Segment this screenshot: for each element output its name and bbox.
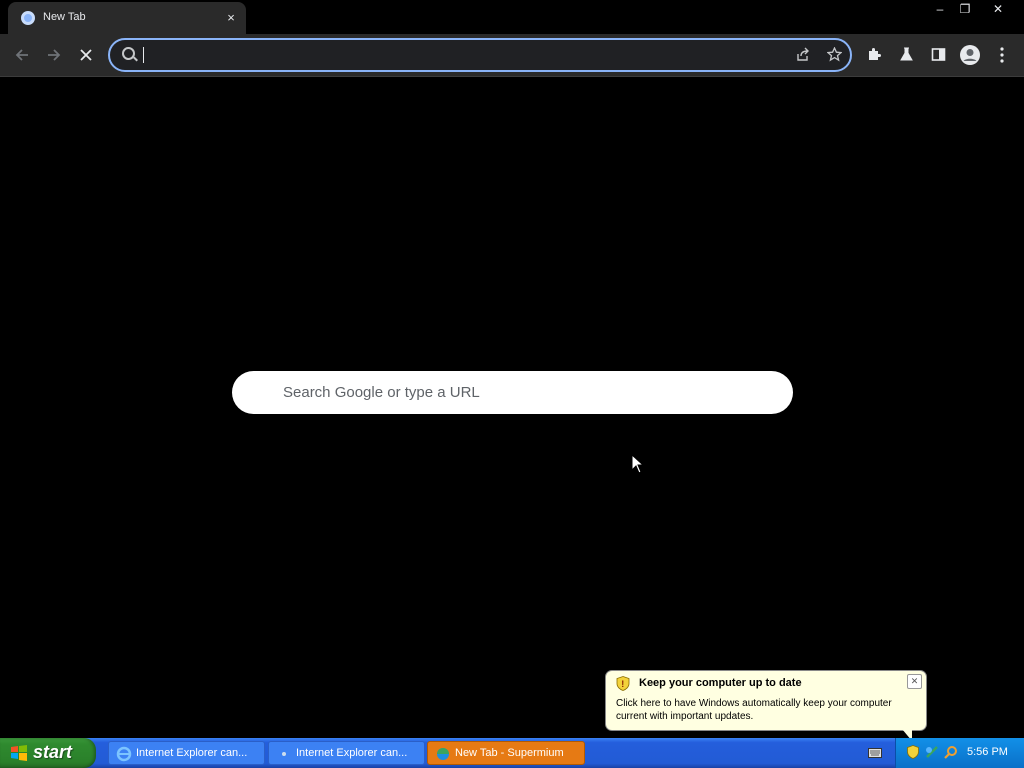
menu-button[interactable] <box>988 41 1016 69</box>
text-caret <box>143 47 144 63</box>
svg-text:!: ! <box>621 679 624 689</box>
title-bar: New Tab × – ❐ ✕ <box>0 0 1024 34</box>
side-panel-button[interactable] <box>924 41 952 69</box>
search-icon[interactable] <box>944 745 958 759</box>
network-icon[interactable] <box>925 745 939 759</box>
supermium-icon <box>437 748 449 760</box>
back-button[interactable] <box>8 41 36 69</box>
tab-new-tab[interactable]: New Tab × <box>8 2 246 34</box>
taskbar-item-label: Internet Explorer can... <box>296 747 408 759</box>
balloon-close-button[interactable]: ✕ <box>907 674 922 689</box>
avatar-icon <box>960 45 980 65</box>
profile-button[interactable] <box>956 41 984 69</box>
more-vert-icon <box>1000 47 1004 63</box>
taskbar: start Internet Explorer can... Internet … <box>0 738 1024 768</box>
taskbar-item-internet-explorer-1[interactable]: Internet Explorer can... <box>108 741 265 765</box>
taskbar-item-internet-explorer-2[interactable]: Internet Explorer can... <box>268 741 425 765</box>
address-bar[interactable] <box>108 38 852 72</box>
mouse-pointer-icon <box>631 454 643 474</box>
arrow-right-icon <box>48 49 61 61</box>
star-icon <box>825 46 843 62</box>
forward-button[interactable] <box>40 41 68 69</box>
labs-button[interactable] <box>892 41 920 69</box>
bookmark-button[interactable] <box>822 43 846 67</box>
ntp-search-placeholder: Search Google or type a URL <box>283 384 480 401</box>
restore-button[interactable]: ❐ <box>952 0 978 18</box>
tab-title: New Tab <box>43 11 86 23</box>
internet-explorer-icon <box>116 746 132 762</box>
taskbar-clock[interactable]: 5:56 PM <box>967 746 1008 758</box>
tab-favicon-icon <box>21 11 35 25</box>
flask-icon <box>899 47 913 61</box>
taskbar-item-label: Internet Explorer can... <box>136 747 248 759</box>
security-shield-icon: ! <box>616 676 630 691</box>
start-label: start <box>33 742 73 762</box>
close-window-button[interactable]: ✕ <box>985 0 1011 18</box>
browser-toolbar <box>0 34 1024 77</box>
security-shield-icon[interactable] <box>906 745 920 759</box>
balloon-title: Keep your computer up to date <box>639 677 802 689</box>
taskbar-item-supermium[interactable]: New Tab - Supermium <box>427 741 585 765</box>
ntp-search-box[interactable]: Search Google or type a URL <box>232 371 793 414</box>
system-tray: 5:56 PM <box>895 738 1024 768</box>
minimize-button[interactable]: – <box>927 0 953 18</box>
stop-button[interactable] <box>72 41 100 69</box>
extensions-button[interactable] <box>860 41 888 69</box>
taskbar-item-label: New Tab - Supermium <box>455 747 564 759</box>
arrow-left-icon <box>15 49 28 61</box>
share-icon <box>796 47 809 61</box>
tab-close-icon[interactable]: × <box>222 9 240 27</box>
stop-icon <box>80 49 92 61</box>
document-icon <box>282 752 286 756</box>
keyboard-icon[interactable] <box>868 748 882 758</box>
address-input[interactable] <box>142 44 762 66</box>
share-button[interactable] <box>790 43 814 67</box>
balloon-message: Click here to have Windows automatically… <box>616 698 892 722</box>
windows-logo-icon <box>11 745 27 761</box>
start-button[interactable]: start <box>0 738 96 768</box>
search-icon <box>122 47 135 60</box>
side-panel-icon <box>931 48 945 61</box>
update-notification-balloon[interactable]: ! Keep your computer up to date ✕ Click … <box>605 670 927 731</box>
puzzle-icon <box>868 48 881 60</box>
